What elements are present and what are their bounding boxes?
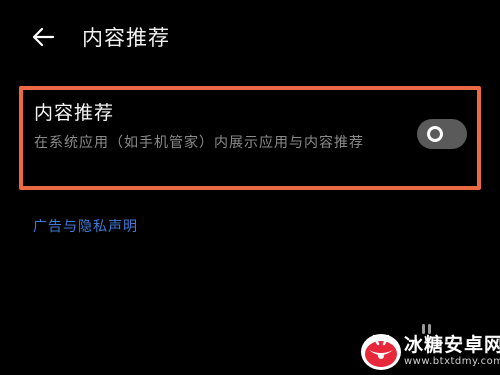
page-title: 内容推荐 <box>82 26 170 50</box>
watermark-name: 冰糖安卓网 <box>404 334 500 356</box>
watermark-url: www.btxtdmy.com <box>404 356 500 367</box>
toggle-knob <box>427 126 443 142</box>
setting-title: 内容推荐 <box>34 102 115 124</box>
content-recommendation-toggle[interactable] <box>417 119 467 149</box>
arrow-left-icon <box>32 27 55 47</box>
watermark-logo-icon <box>361 334 401 370</box>
watermark: 冰糖安卓网 www.btxtdmy.com <box>360 328 500 375</box>
back-button[interactable] <box>26 20 60 54</box>
content-recommendation-setting[interactable]: 内容推荐 在系统应用（如手机管家）内展示应用与内容推荐 <box>23 90 477 186</box>
setting-description: 在系统应用（如手机管家）内展示应用与内容推荐 <box>34 135 364 151</box>
app-header: 内容推荐 <box>0 0 500 78</box>
content-recommendation-page: 内容推荐 内容推荐 在系统应用（如手机管家）内展示应用与内容推荐 广告与隐私声明… <box>0 0 500 375</box>
privacy-statement-link[interactable]: 广告与隐私声明 <box>33 216 138 236</box>
